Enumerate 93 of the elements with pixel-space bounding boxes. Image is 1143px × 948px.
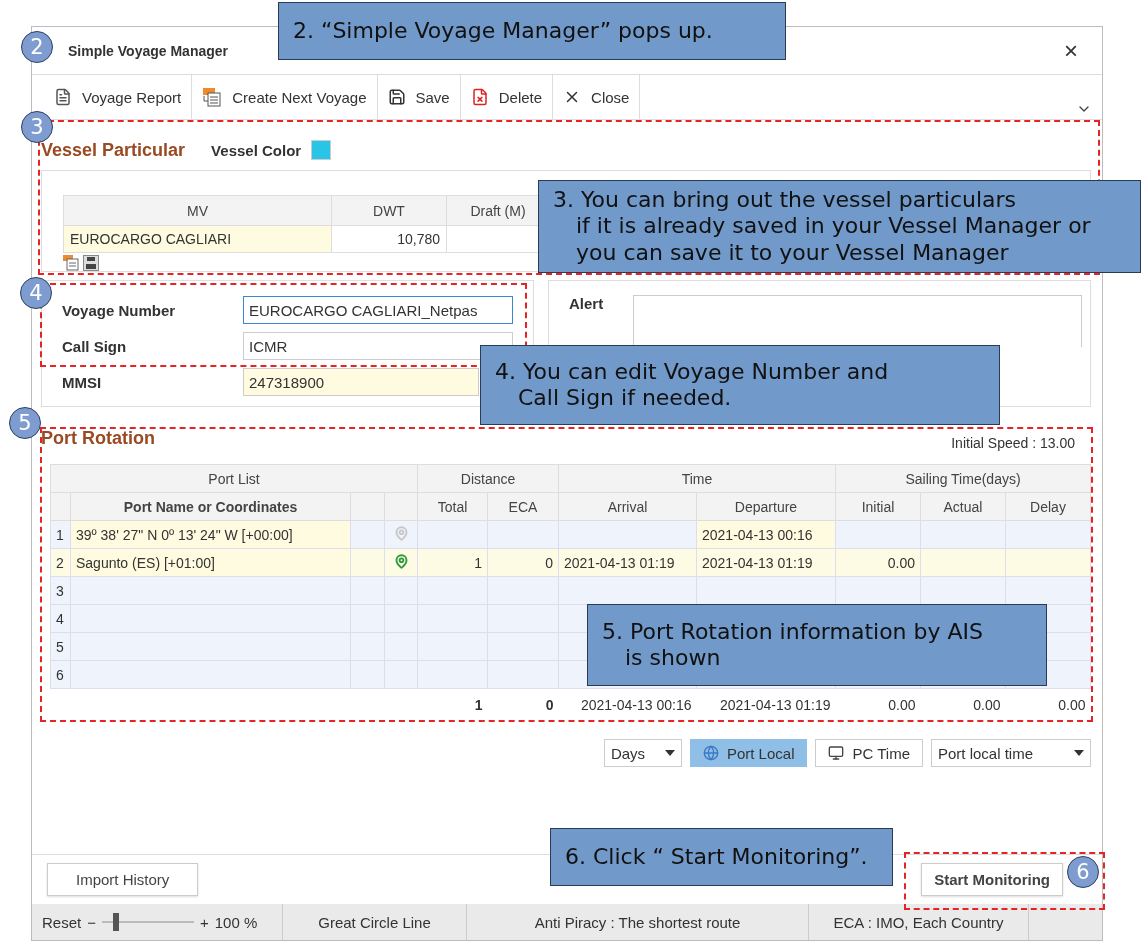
table-row[interactable]: 3	[50, 576, 1091, 605]
callout-text: Call Sign if needed.	[517, 385, 733, 412]
row-number: 5	[50, 632, 71, 661]
section-title: Port Rotation	[41, 427, 155, 449]
toolbar-button[interactable]: Close	[553, 75, 641, 119]
delete-icon	[470, 88, 489, 106]
column-header: MV	[63, 195, 332, 226]
speed-text: Initial Speed : 13.00	[951, 435, 1075, 451]
start-monitoring-button[interactable]: Start Monitoring	[921, 863, 1063, 896]
field-label: Call Sign	[62, 337, 128, 355]
row-number: 1	[50, 520, 71, 549]
create-voyage-icon	[202, 87, 223, 107]
column-header: Actual	[920, 492, 1006, 521]
step-marker: 5	[9, 407, 41, 439]
table-cell: 2021-04-13 01:19	[696, 548, 836, 577]
table-cell: 10,780	[331, 225, 447, 253]
column-header: Port Name or Coordinates	[70, 492, 351, 521]
row-number: 6	[50, 660, 71, 689]
caret-icon	[1074, 750, 1084, 756]
toolbar-button[interactable]: Save	[377, 75, 461, 119]
table-row[interactable]: 1 39º 38' 27" N 0º 13' 24" W [+00:00] 2021-04-13 00:16	[50, 520, 1091, 549]
callout-text: 6. Click “ Start Monitoring”.	[565, 843, 869, 871]
report-icon	[54, 88, 72, 106]
time-mode-dropdown[interactable]: Port local time	[931, 739, 1091, 767]
table-cell: 2021-04-13 00:16	[696, 520, 836, 549]
toolbar-button[interactable]: Delete	[460, 75, 554, 119]
time-toggle[interactable]: PC Time	[815, 739, 923, 767]
column-header: Total	[417, 492, 488, 521]
callout-text: 4. You can edit Voyage Number and	[495, 358, 890, 385]
field-label: Voyage Number	[62, 301, 177, 319]
column-header: ECA	[487, 492, 559, 521]
table-cell: 1	[417, 548, 488, 577]
status-text: ECA : IMO, Each Country	[809, 904, 1029, 940]
status-text: Anti Piracy : The shortest route	[467, 904, 809, 940]
zoom-level: 100 %	[214, 913, 258, 931]
table-cell: 39º 38' 27" N 0º 13' 24" W [+00:00]	[70, 520, 351, 549]
column-group-header: Sailing Time(days)	[835, 464, 1091, 493]
callout-text: if it is already saved in your Vessel Manager or	[575, 213, 1092, 240]
callout-text: you can save it to your Vessel Manager	[575, 239, 1010, 267]
total-cell: 0.00	[1005, 688, 1091, 721]
field-label: Alert	[569, 295, 604, 312]
column-group-header: Distance	[417, 464, 559, 493]
reset-link[interactable]: Reset	[42, 913, 82, 931]
column-header: Delay	[1005, 492, 1091, 521]
toolbar-button[interactable]: Create Next Voyage	[192, 75, 378, 119]
table-cell: 0	[487, 548, 559, 577]
total-cell: 2021-04-13 00:16	[558, 688, 697, 721]
total-cell: 2021-04-13 01:19	[696, 688, 836, 721]
time-toggle[interactable]: Port Local	[689, 739, 808, 767]
column-header: DWT	[331, 195, 447, 226]
table-row[interactable]: 2 Sagunto (ES) [+01:00] 1 0 2021-04-13 01:19 2021-04-13 01:19 0.00	[50, 548, 1091, 577]
save-icon	[387, 88, 406, 106]
table-cell: EUROCARGO CAGLIARI	[63, 225, 332, 253]
total-cell: 0	[487, 688, 559, 721]
field-label: Vessel Color	[211, 141, 302, 159]
column-header: Arrival	[558, 492, 697, 521]
alert-field[interactable]	[633, 295, 1082, 347]
table-cell: Sagunto (ES) [+01:00]	[70, 548, 351, 577]
callout-text: 2. “Simple Voyage Manager” pops up.	[293, 17, 714, 45]
unit-dropdown[interactable]: Days	[603, 739, 682, 767]
column-header: Initial	[835, 492, 921, 521]
status-text: Great Circle Line	[283, 904, 467, 940]
total-cell: 0.00	[920, 688, 1006, 721]
column-header: Departure	[696, 492, 836, 521]
load-vessel-icon[interactable]	[63, 255, 79, 271]
window-title: Simple Voyage Manager	[68, 42, 229, 59]
row-number: 2	[50, 548, 71, 577]
row-number: 3	[50, 576, 71, 605]
callout-text: 3. You can bring out the vessel particulars	[553, 186, 1018, 214]
text-field[interactable]: ICMR	[243, 332, 513, 360]
close-button[interactable]: ×	[1060, 36, 1082, 65]
globe-icon	[702, 745, 719, 761]
total-cell: 0.00	[835, 688, 921, 721]
color-swatch[interactable]	[311, 140, 332, 160]
caret-icon	[664, 750, 675, 756]
text-field[interactable]: 247318900	[243, 368, 479, 396]
total-cell: 1	[417, 688, 488, 721]
table-cell: 0.00	[835, 548, 921, 577]
monitor-icon	[828, 745, 845, 761]
import-history-button[interactable]: Import History	[47, 863, 199, 896]
slider-thumb[interactable]	[112, 913, 119, 931]
table-cell: 2021-04-13 01:19	[558, 548, 697, 577]
zoom-in-button[interactable]: +	[199, 913, 209, 931]
zoom-out-button[interactable]: −	[87, 913, 96, 931]
step-marker: 2	[21, 31, 53, 63]
save-icon[interactable]	[83, 255, 99, 271]
step-marker: 3	[21, 111, 53, 143]
text-field[interactable]: EUROCARGO CAGLIARI_Netpas	[243, 296, 513, 324]
field-label: MMSI	[62, 373, 103, 391]
step-marker: 4	[20, 277, 52, 309]
row-number: 4	[50, 604, 71, 633]
column-group-header: Port List	[50, 464, 418, 493]
column-group-header: Time	[558, 464, 836, 493]
